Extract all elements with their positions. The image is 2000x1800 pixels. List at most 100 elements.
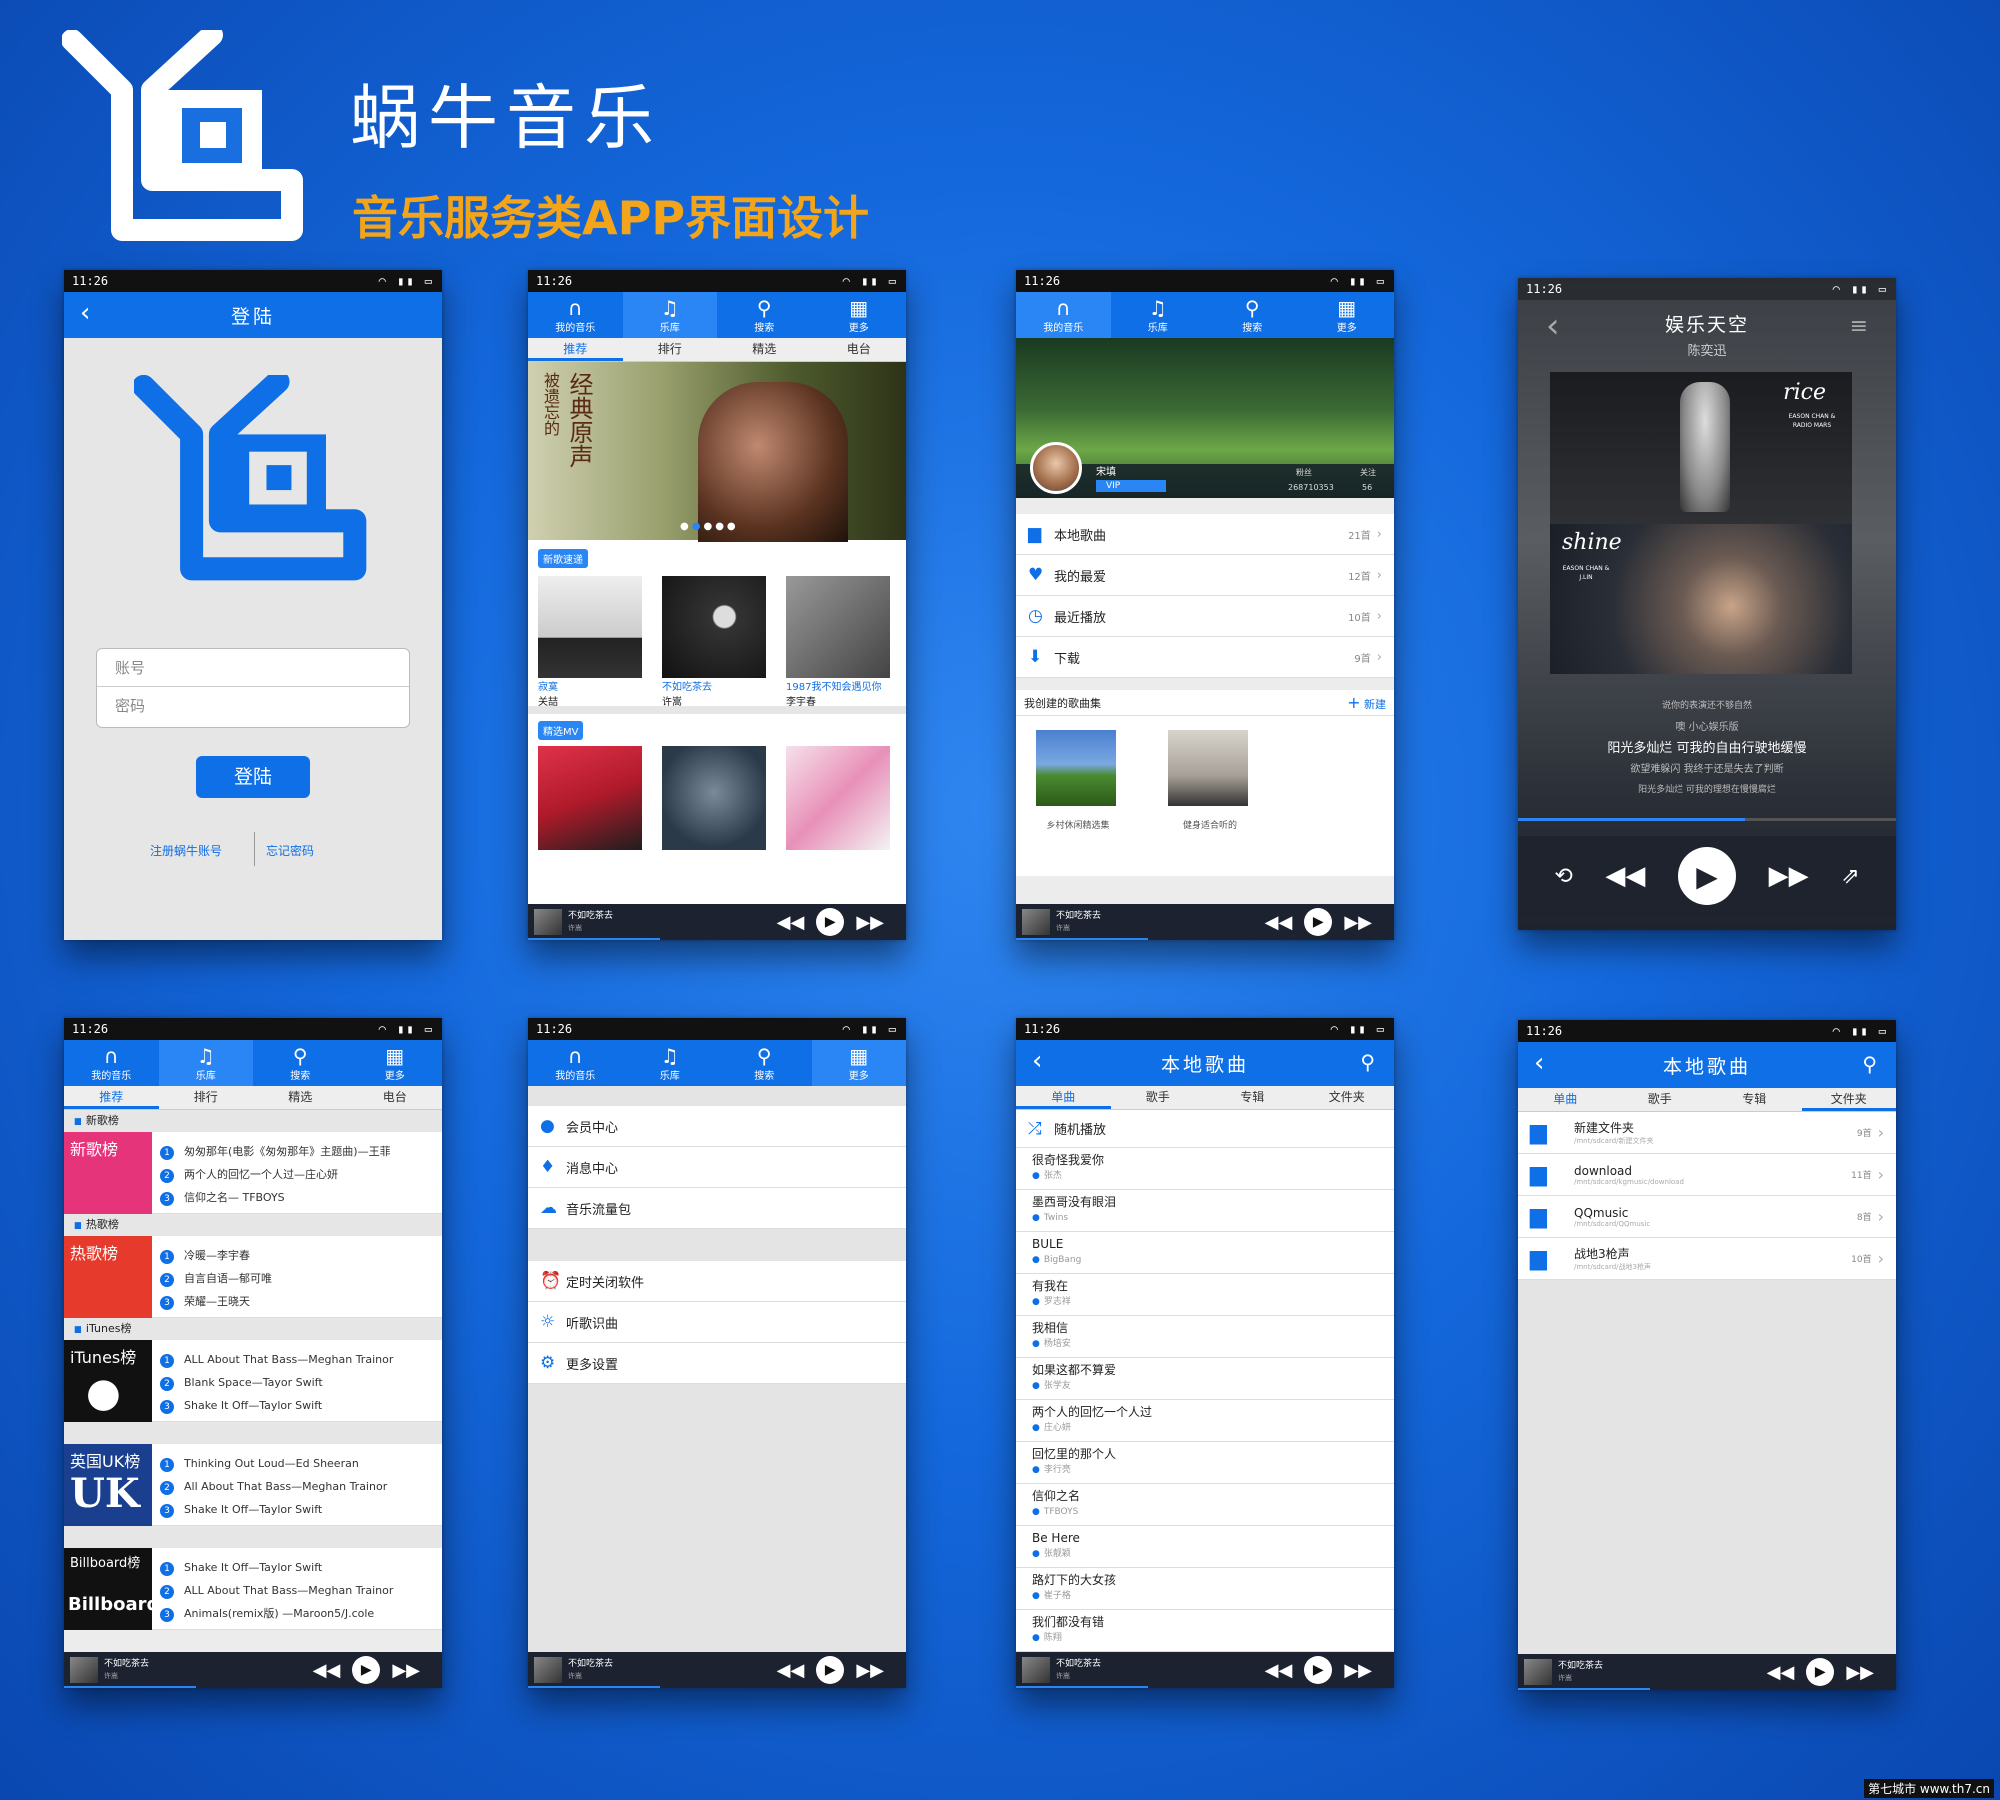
- folder-row[interactable]: ▆ 新建文件夹/mnt/sdcard/新建文件夹 9首 ›: [1518, 1112, 1896, 1154]
- next-icon[interactable]: ▶▶: [856, 1660, 884, 1681]
- play-button[interactable]: ▶: [1304, 908, 1333, 936]
- mini-player[interactable]: 不如吃茶去 许嵩 ◀◀ ▶ ▶▶: [64, 1652, 442, 1688]
- banner[interactable]: 经典原声 被遗忘的 ●●●●●: [528, 362, 906, 542]
- rank-card[interactable]: 新歌榜 1 匆匆那年(电影《匆匆那年》主题曲)—王菲 2 两个人的回忆一个人过—庄心妍 3…: [64, 1132, 442, 1214]
- song-row[interactable]: 两个人的回忆一个人过庄心妍: [1016, 1400, 1394, 1442]
- play-button[interactable]: ▶: [1304, 1656, 1333, 1684]
- rank-card[interactable]: Billboard榜 Billboard 1 Shake It Off—Taylor …: [64, 1548, 442, 1630]
- next-icon[interactable]: ▶▶: [1344, 1660, 1372, 1681]
- tab-selected[interactable]: 精选: [253, 1086, 348, 1109]
- tab-rank[interactable]: 排行: [159, 1086, 254, 1109]
- new-playlist-button[interactable]: + 新建: [1347, 693, 1386, 712]
- song-row[interactable]: 很奇怪我爱你张杰: [1016, 1148, 1394, 1190]
- album-card[interactable]: 寂寞 关喆: [538, 576, 642, 708]
- play-button[interactable]: ▶: [1806, 1658, 1835, 1686]
- progress-track[interactable]: [1518, 818, 1896, 821]
- playlist-card[interactable]: 健身适合听的: [1168, 730, 1252, 862]
- tab-singer[interactable]: 歌手: [1613, 1088, 1708, 1111]
- album-card[interactable]: 不如吃茶去 许嵩: [662, 576, 766, 708]
- row-recent[interactable]: ◷ 最近播放 10首 ›: [1016, 596, 1394, 637]
- row-data-pack[interactable]: ☁ 音乐流量包: [528, 1188, 906, 1229]
- rank-card[interactable]: 英国UK榜 UK 1 Thinking Out Loud—Ed Sheeran 2 All…: [64, 1444, 442, 1526]
- row-messages[interactable]: ♦ 消息中心: [528, 1147, 906, 1188]
- song-row[interactable]: 信仰之名 TFBOYS: [1016, 1484, 1394, 1526]
- prev-icon[interactable]: ◀◀: [1265, 1660, 1293, 1681]
- prev-icon[interactable]: ◀◀: [777, 912, 805, 933]
- next-icon[interactable]: ▶▶: [1769, 861, 1809, 891]
- rank-card[interactable]: 热歌榜 1 冷暖—李宇春 2 自言自语—郁可唯 3 荣耀—王晓天: [64, 1236, 442, 1318]
- tab-rank[interactable]: 排行: [623, 338, 718, 361]
- rank-card[interactable]: iTunes榜 ● 1 ALL About That Bass—Meghan Trai…: [64, 1340, 442, 1422]
- mv-card[interactable]: [662, 746, 766, 850]
- play-button[interactable]: ▶: [352, 1656, 381, 1684]
- nav-library[interactable]: ♫ 乐库: [1111, 292, 1206, 338]
- mini-player[interactable]: 不如吃茶去 许嵩 ◀◀ ▶ ▶▶: [528, 1652, 906, 1688]
- folder-row[interactable]: ▆ download/mnt/sdcard/kgmusic/download 11首…: [1518, 1154, 1896, 1196]
- forgot-link[interactable]: 忘记密码: [266, 842, 314, 859]
- row-settings[interactable]: ⚙ 更多设置: [528, 1343, 906, 1384]
- song-row[interactable]: 回忆里的那个人李行亮: [1016, 1442, 1394, 1484]
- nav-more[interactable]: ▦ 更多: [812, 292, 907, 338]
- row-vip-center[interactable]: ● 会员中心: [528, 1106, 906, 1147]
- row-song-recognition[interactable]: ☼ 听歌识曲: [528, 1302, 906, 1343]
- nav-my-music[interactable]: ∩ 我的音乐: [528, 1040, 623, 1086]
- row-local[interactable]: ▆ 本地歌曲 21首 ›: [1016, 514, 1394, 555]
- login-button[interactable]: 登陆: [196, 756, 310, 798]
- play-button[interactable]: ▶: [816, 1656, 845, 1684]
- album-card[interactable]: 1987我不知会遇见你 李宇春: [786, 576, 890, 708]
- back-icon[interactable]: ‹: [80, 298, 93, 328]
- account-field[interactable]: 账号: [97, 649, 409, 687]
- mini-player[interactable]: 不如吃茶去 许嵩 ◀◀ ▶ ▶▶: [1518, 1654, 1896, 1690]
- tab-folder[interactable]: 文件夹: [1801, 1088, 1896, 1111]
- mini-player[interactable]: 不如吃茶去 许嵩 ◀◀ ▶ ▶▶: [528, 904, 906, 940]
- search-icon[interactable]: ⚲: [1862, 1052, 1880, 1076]
- playlist-card[interactable]: 乡村休闲精选集: [1036, 730, 1120, 862]
- nav-search[interactable]: ⚲ 搜索: [1205, 292, 1300, 338]
- song-row[interactable]: Be Here 张靓颖: [1016, 1526, 1394, 1568]
- nav-library[interactable]: ♫ 乐库: [622, 292, 717, 338]
- banner-dots[interactable]: ●●●●●: [680, 521, 739, 532]
- back-icon[interactable]: ‹: [1534, 1048, 1547, 1078]
- next-icon[interactable]: ▶▶: [392, 1660, 420, 1681]
- folder-row[interactable]: ▆ QQmusic/mnt/sdcard/QQmusic 8首 ›: [1518, 1196, 1896, 1238]
- play-button[interactable]: ▶: [1678, 847, 1736, 905]
- mv-card[interactable]: [538, 746, 642, 850]
- tab-album[interactable]: 专辑: [1205, 1086, 1300, 1109]
- row-sleep-timer[interactable]: ⏰ 定时关闭软件: [528, 1261, 906, 1302]
- next-icon[interactable]: ▶▶: [856, 912, 884, 933]
- nav-more[interactable]: ▦ 更多: [348, 1040, 443, 1086]
- tab-radio[interactable]: 电台: [812, 338, 907, 361]
- nav-library[interactable]: ♫ 乐库: [158, 1040, 253, 1086]
- nav-more[interactable]: ▦ 更多: [1300, 292, 1395, 338]
- prev-icon[interactable]: ◀◀: [313, 1660, 341, 1681]
- next-icon[interactable]: ▶▶: [1846, 1662, 1874, 1683]
- tab-single[interactable]: 单曲: [1518, 1088, 1613, 1111]
- register-link[interactable]: 注册蜗牛账号: [150, 842, 222, 859]
- song-row[interactable]: BULE BigBang: [1016, 1232, 1394, 1274]
- song-row[interactable]: 我相信杨培安: [1016, 1316, 1394, 1358]
- song-row[interactable]: 我们都没有错陈翔: [1016, 1610, 1394, 1652]
- mini-player[interactable]: 不如吃茶去 许嵩 ◀◀ ▶ ▶▶: [1016, 904, 1394, 940]
- share-icon[interactable]: ⇗: [1841, 864, 1859, 889]
- nav-my-music[interactable]: ∩ 我的音乐: [528, 292, 623, 338]
- nav-search[interactable]: ⚲ 搜索: [717, 1040, 812, 1086]
- prev-icon[interactable]: ◀◀: [1767, 1662, 1795, 1683]
- repeat-icon[interactable]: ⟲: [1554, 864, 1572, 889]
- mini-player[interactable]: 不如吃茶去 许嵩 ◀◀ ▶ ▶▶: [1016, 1652, 1394, 1688]
- tab-folder[interactable]: 文件夹: [1300, 1086, 1395, 1109]
- password-field[interactable]: 密码: [97, 687, 409, 725]
- song-row[interactable]: 路灯下的大女孩崔子格: [1016, 1568, 1394, 1610]
- tab-recommend[interactable]: 推荐: [528, 338, 623, 361]
- tab-recommend[interactable]: 推荐: [64, 1086, 159, 1109]
- play-button[interactable]: ▶: [816, 908, 845, 936]
- nav-my-music[interactable]: ∩ 我的音乐: [64, 1040, 159, 1086]
- back-icon[interactable]: ‹: [1032, 1046, 1045, 1076]
- nav-search[interactable]: ⚲ 搜索: [253, 1040, 348, 1086]
- next-icon[interactable]: ▶▶: [1344, 912, 1372, 933]
- song-row[interactable]: 有我在罗志祥: [1016, 1274, 1394, 1316]
- prev-icon[interactable]: ◀◀: [1265, 912, 1293, 933]
- row-download[interactable]: ⬇ 下载 9首 ›: [1016, 637, 1394, 678]
- avatar[interactable]: [1030, 442, 1082, 494]
- tab-album[interactable]: 专辑: [1707, 1088, 1802, 1111]
- folder-row[interactable]: ▆ 战地3枪声/mnt/sdcard/战地3枪声 10首 ›: [1518, 1238, 1896, 1280]
